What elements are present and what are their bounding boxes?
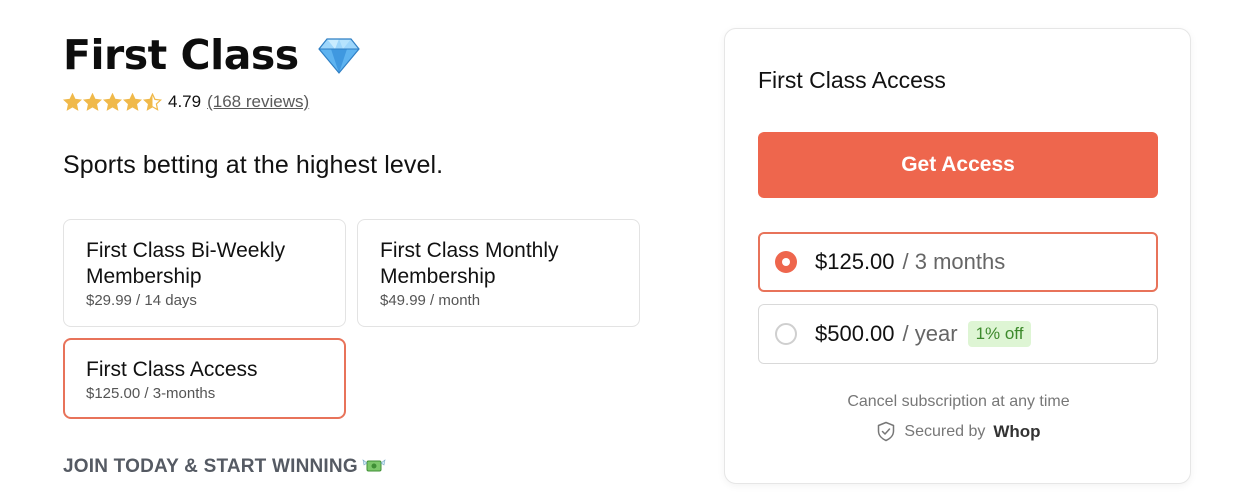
plan-price: $125.00 / 3-months	[86, 385, 216, 402]
whop-logo[interactable]: Whop	[993, 422, 1040, 442]
checkout-title: First Class Access	[758, 67, 946, 93]
radio-selected[interactable]	[775, 251, 797, 273]
rating-row: 4.79 (168 reviews)	[62, 91, 643, 113]
option-price: $500.00	[815, 321, 895, 346]
cta-heading: JOIN TODAY & START WINNING	[63, 456, 386, 478]
plan-price: $49.99 / month	[380, 292, 481, 309]
secured-by: Secured by Whop	[725, 421, 1192, 442]
radio-unselected[interactable]	[775, 323, 797, 345]
plan-card-monthly[interactable]: First Class Monthly Membership $49.99 / …	[357, 219, 640, 327]
product-title: First Class	[63, 31, 299, 79]
plan-name: First Class Bi-Weekly Membership	[86, 239, 286, 288]
product-header: First Class 4.79 (168 reviews) Sports be…	[62, 30, 643, 419]
cta-heading-text: JOIN TODAY & START WINNING	[63, 456, 358, 477]
plan-name: First Class Monthly Membership	[380, 239, 559, 288]
star-rating	[62, 92, 163, 112]
plan-card-access[interactable]: First Class Access $125.00 / 3-months	[63, 338, 346, 419]
product-tagline: Sports betting at the highest level.	[63, 151, 444, 179]
star-full-icon	[82, 92, 103, 112]
plan-price: $29.99 / 14 days	[86, 292, 197, 309]
get-access-button[interactable]: Get Access	[758, 132, 1158, 198]
price-option-year[interactable]: $500.00 / year 1% off	[758, 304, 1158, 364]
reviews-link[interactable]: (168 reviews)	[207, 92, 309, 112]
plan-name: First Class Access	[86, 358, 258, 381]
plan-card-bi-weekly[interactable]: First Class Bi-Weekly Membership $29.99 …	[63, 219, 346, 327]
shield-check-icon	[876, 421, 896, 442]
star-full-icon	[62, 92, 83, 112]
star-full-icon	[102, 92, 123, 112]
checkout-panel: First Class Access Get Access $125.00 / …	[724, 28, 1191, 484]
discount-badge: 1% off	[967, 321, 1032, 347]
option-period: / year	[902, 321, 958, 346]
star-full-icon	[122, 92, 143, 112]
diamond-icon	[317, 35, 361, 75]
cancel-note: Cancel subscription at any time	[847, 393, 1070, 410]
star-half-icon	[142, 92, 163, 112]
title-row: First Class	[63, 30, 643, 80]
option-period: / 3 months	[902, 249, 1006, 274]
rating-value: 4.79	[168, 92, 202, 111]
money-with-wings-icon	[362, 457, 386, 477]
option-price: $125.00	[815, 249, 895, 274]
price-option-3-months[interactable]: $125.00 / 3 months	[758, 232, 1158, 292]
secured-label: Secured by	[904, 422, 986, 440]
